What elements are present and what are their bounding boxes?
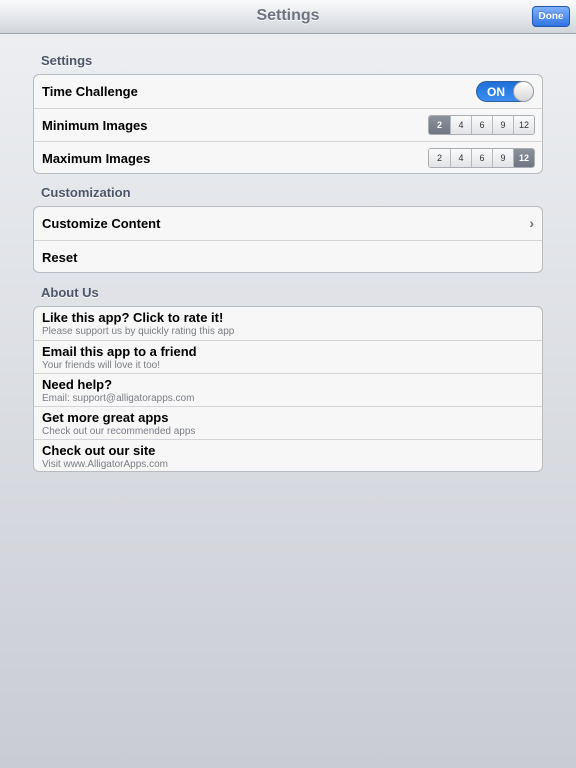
done-button[interactable]: Done — [532, 6, 570, 27]
more-apps-subtitle: Check out our recommended apps — [42, 426, 196, 437]
about-us-group: Like this app? Click to rate it! Please … — [33, 306, 543, 472]
nav-title: Settings — [256, 7, 320, 24]
min-images-option-12[interactable]: 12 — [513, 116, 534, 134]
section-header-customization: Customization — [41, 185, 131, 200]
rate-app-subtitle: Please support us by quickly rating this… — [42, 326, 235, 337]
min-images-option-6[interactable]: 6 — [471, 116, 492, 134]
more-apps-title: Get more great apps — [42, 410, 169, 425]
visit-site-row[interactable]: Check out our site Visit www.AlligatorAp… — [34, 439, 542, 471]
max-images-option-4[interactable]: 4 — [450, 149, 471, 167]
minimum-images-segmented-control: 2 4 6 9 12 — [428, 115, 535, 135]
section-header-settings: Settings — [41, 53, 93, 68]
settings-group: Time Challenge ON Minimum Images 2 4 6 9… — [33, 74, 543, 174]
reset-row[interactable]: Reset — [34, 240, 542, 272]
visit-site-title: Check out our site — [42, 443, 156, 458]
email-friend-subtitle: Your friends will love it too! — [42, 360, 161, 371]
maximum-images-row: Maximum Images 2 4 6 9 12 — [34, 141, 542, 173]
time-challenge-row: Time Challenge ON — [34, 75, 542, 108]
max-images-option-9[interactable]: 9 — [492, 149, 513, 167]
max-images-option-12[interactable]: 12 — [513, 149, 534, 167]
min-images-option-4[interactable]: 4 — [450, 116, 471, 134]
toggle-state-label: ON — [487, 85, 505, 99]
need-help-row[interactable]: Need help? Email: support@alligatorapps.… — [34, 373, 542, 406]
chevron-right-icon: › — [529, 215, 534, 231]
reset-label: Reset — [42, 250, 78, 265]
minimum-images-label: Minimum Images — [42, 118, 148, 133]
need-help-title: Need help? — [42, 377, 113, 392]
maximum-images-label: Maximum Images — [42, 151, 151, 166]
customize-content-label: Customize Content — [42, 216, 161, 231]
max-images-option-6[interactable]: 6 — [471, 149, 492, 167]
more-apps-row[interactable]: Get more great apps Check out our recomm… — [34, 406, 542, 439]
visit-site-subtitle: Visit www.AlligatorApps.com — [42, 459, 168, 470]
email-friend-row[interactable]: Email this app to a friend Your friends … — [34, 340, 542, 373]
min-images-option-9[interactable]: 9 — [492, 116, 513, 134]
rate-app-title: Like this app? Click to rate it! — [42, 310, 224, 325]
toggle-knob[interactable] — [513, 81, 534, 102]
section-header-about-us: About Us — [41, 285, 99, 300]
customize-content-row[interactable]: Customize Content › — [34, 207, 542, 240]
maximum-images-segmented-control: 2 4 6 9 12 — [428, 148, 535, 168]
max-images-option-2[interactable]: 2 — [429, 149, 450, 167]
customization-group: Customize Content › Reset — [33, 206, 543, 273]
need-help-subtitle: Email: support@alligatorapps.com — [42, 393, 195, 404]
email-friend-title: Email this app to a friend — [42, 344, 197, 359]
time-challenge-label: Time Challenge — [42, 84, 138, 99]
navigation-bar: Settings Done — [0, 0, 576, 34]
rate-app-row[interactable]: Like this app? Click to rate it! Please … — [34, 307, 542, 340]
time-challenge-toggle[interactable]: ON — [476, 81, 534, 102]
minimum-images-row: Minimum Images 2 4 6 9 12 — [34, 108, 542, 141]
min-images-option-2[interactable]: 2 — [429, 116, 450, 134]
